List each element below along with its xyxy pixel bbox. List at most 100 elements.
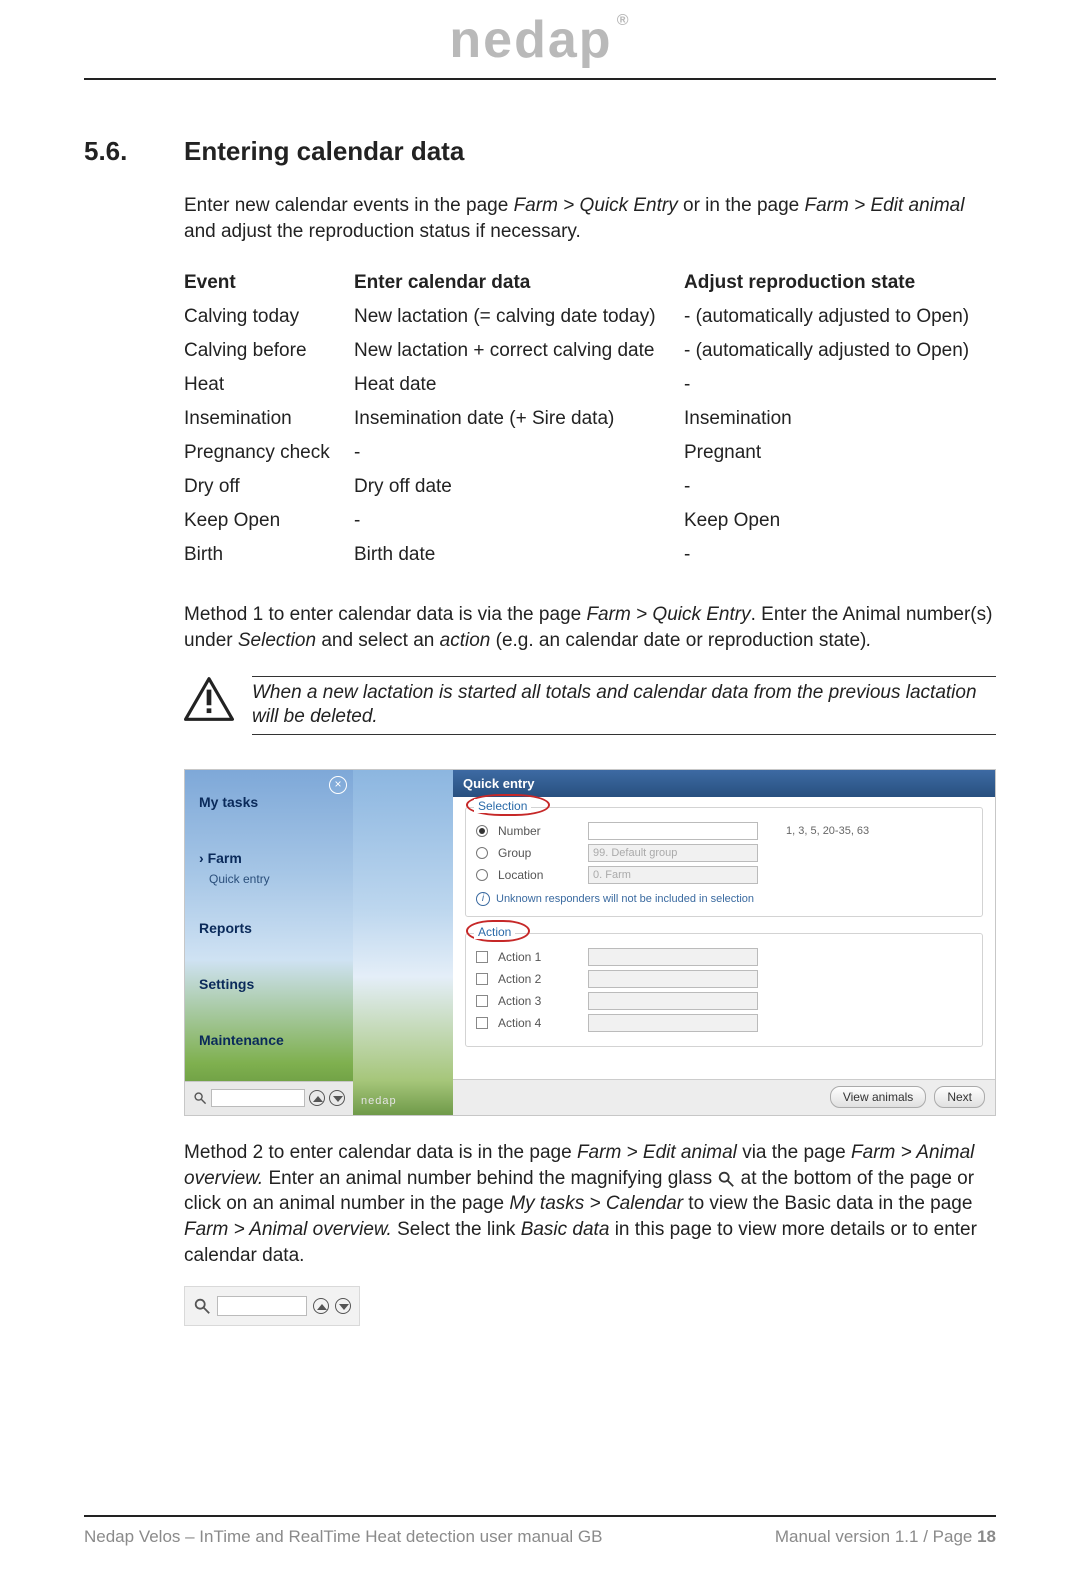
text: action	[440, 630, 491, 651]
cell: Pregnancy check	[184, 436, 354, 470]
action-legend: Action	[474, 925, 515, 939]
info-icon: i	[476, 892, 490, 906]
intro-paragraph: Enter new calendar events in the page Fa…	[184, 193, 996, 244]
radio-number[interactable]	[476, 825, 488, 837]
action3-select[interactable]	[588, 992, 758, 1010]
radio-location[interactable]	[476, 869, 488, 881]
action4-select[interactable]	[588, 1014, 758, 1032]
text: Manual version 1.1 / Page	[775, 1527, 977, 1546]
sidebar-item-maintenance[interactable]: Maintenance	[199, 1032, 339, 1048]
table-row: Calving todayNew lactation (= calving da…	[184, 300, 996, 334]
prev-icon[interactable]	[313, 1298, 329, 1314]
sidebar-subitem-quick-entry[interactable]: Quick entry	[209, 872, 339, 886]
table-row: BirthBirth date-	[184, 538, 996, 572]
group-select[interactable]: 99. Default group	[588, 844, 758, 862]
col-enter: Enter calendar data	[354, 266, 684, 300]
section-title: Entering calendar data	[184, 136, 464, 167]
brand-logo: nedap ®	[449, 10, 630, 70]
search-input[interactable]	[211, 1089, 305, 1107]
sidebar-search-bar	[185, 1081, 353, 1115]
number-hint: 1, 3, 5, 20-35, 63	[786, 825, 869, 837]
footer-rule	[84, 1515, 996, 1517]
brand-text: nedap	[449, 11, 612, 69]
panel-footer: View animals Next	[453, 1079, 995, 1115]
cell: Insemination	[684, 402, 996, 436]
search-icon	[717, 1170, 735, 1188]
table-row: InseminationInsemination date (+ Sire da…	[184, 402, 996, 436]
brand-header: nedap ®	[84, 0, 996, 70]
panel-title: Quick entry	[453, 770, 995, 797]
text: Selection	[238, 630, 316, 651]
info-row: i Unknown responders will not be include…	[476, 892, 972, 906]
text: Farm > Quick Entry	[586, 604, 750, 625]
page-footer: Nedap Velos – InTime and RealTime Heat d…	[84, 1515, 996, 1547]
sidebar-item-settings[interactable]: Settings	[199, 976, 339, 992]
text: via the page	[737, 1142, 851, 1163]
text: Method 2 to enter calendar data is in th…	[184, 1142, 577, 1163]
cell: Pregnant	[684, 436, 996, 470]
method2-paragraph: Method 2 to enter calendar data is in th…	[184, 1140, 996, 1268]
cell: Insemination	[184, 402, 354, 436]
action2-select[interactable]	[588, 970, 758, 988]
col-adjust: Adjust reproduction state	[684, 266, 996, 300]
next-button[interactable]: Next	[934, 1086, 985, 1108]
checkbox-action1[interactable]	[476, 951, 488, 963]
text: .	[866, 630, 871, 651]
cell: Insemination date (+ Sire data)	[354, 402, 684, 436]
text: Method 1 to enter calendar data is via t…	[184, 604, 586, 625]
cell: - (automatically adjusted to Open)	[684, 334, 996, 368]
text: My tasks > Calendar	[509, 1193, 683, 1214]
cell: -	[684, 470, 996, 504]
text: to view the Basic data in the page	[683, 1193, 972, 1214]
footer-right: Manual version 1.1 / Page 18	[775, 1527, 996, 1547]
checkbox-action2[interactable]	[476, 973, 488, 985]
prev-icon[interactable]	[309, 1090, 325, 1106]
method1-paragraph: Method 1 to enter calendar data is via t…	[184, 602, 996, 653]
cell: Calving before	[184, 334, 354, 368]
cell: Dry off	[184, 470, 354, 504]
checkbox-action3[interactable]	[476, 995, 488, 1007]
number-input[interactable]	[588, 822, 758, 840]
view-animals-button[interactable]: View animals	[830, 1086, 926, 1108]
label-group: Group	[498, 846, 578, 860]
registered-mark: ®	[617, 12, 631, 30]
action1-select[interactable]	[588, 948, 758, 966]
events-table: Event Enter calendar data Adjust reprodu…	[184, 266, 996, 572]
search-input[interactable]	[217, 1296, 307, 1316]
cell: Calving today	[184, 300, 354, 334]
label-action4: Action 4	[498, 1016, 578, 1030]
label-action1: Action 1	[498, 950, 578, 964]
radio-group[interactable]	[476, 847, 488, 859]
checkbox-action4[interactable]	[476, 1017, 488, 1029]
cell: - (automatically adjusted to Open)	[684, 300, 996, 334]
text: Farm > Animal overview.	[184, 1219, 392, 1240]
cell: Keep Open	[684, 504, 996, 538]
label-action2: Action 2	[498, 972, 578, 986]
close-icon[interactable]: ×	[329, 776, 347, 794]
text: (e.g. an calendar date or reproduction s…	[490, 630, 866, 651]
label-number: Number	[498, 824, 578, 838]
sidebar-item-my-tasks[interactable]: My tasks	[199, 794, 339, 810]
table-row: Pregnancy check-Pregnant	[184, 436, 996, 470]
sidebar-item-reports[interactable]: Reports	[199, 920, 339, 936]
cell: New lactation (= calving date today)	[354, 300, 684, 334]
info-text: Unknown responders will not be included …	[496, 893, 754, 905]
cell: -	[354, 504, 684, 538]
text: or in the page	[678, 195, 805, 216]
text: Enter an animal number behind the magnif…	[263, 1168, 717, 1189]
cell: -	[684, 538, 996, 572]
cell: Heat date	[354, 368, 684, 402]
sidebar: × My tasks Farm Quick entry Reports Sett…	[185, 770, 353, 1115]
table-row: Keep Open-Keep Open	[184, 504, 996, 538]
sidebar-item-farm[interactable]: Farm	[199, 850, 339, 866]
next-icon[interactable]	[335, 1298, 351, 1314]
cell: New lactation + correct calving date	[354, 334, 684, 368]
cell: Birth date	[354, 538, 684, 572]
next-icon[interactable]	[329, 1090, 345, 1106]
cell: Birth	[184, 538, 354, 572]
page-number: 18	[977, 1527, 996, 1546]
cell: -	[354, 436, 684, 470]
warning-icon	[184, 676, 234, 727]
section-number: 5.6.	[84, 136, 154, 167]
location-select[interactable]: 0. Farm	[588, 866, 758, 884]
